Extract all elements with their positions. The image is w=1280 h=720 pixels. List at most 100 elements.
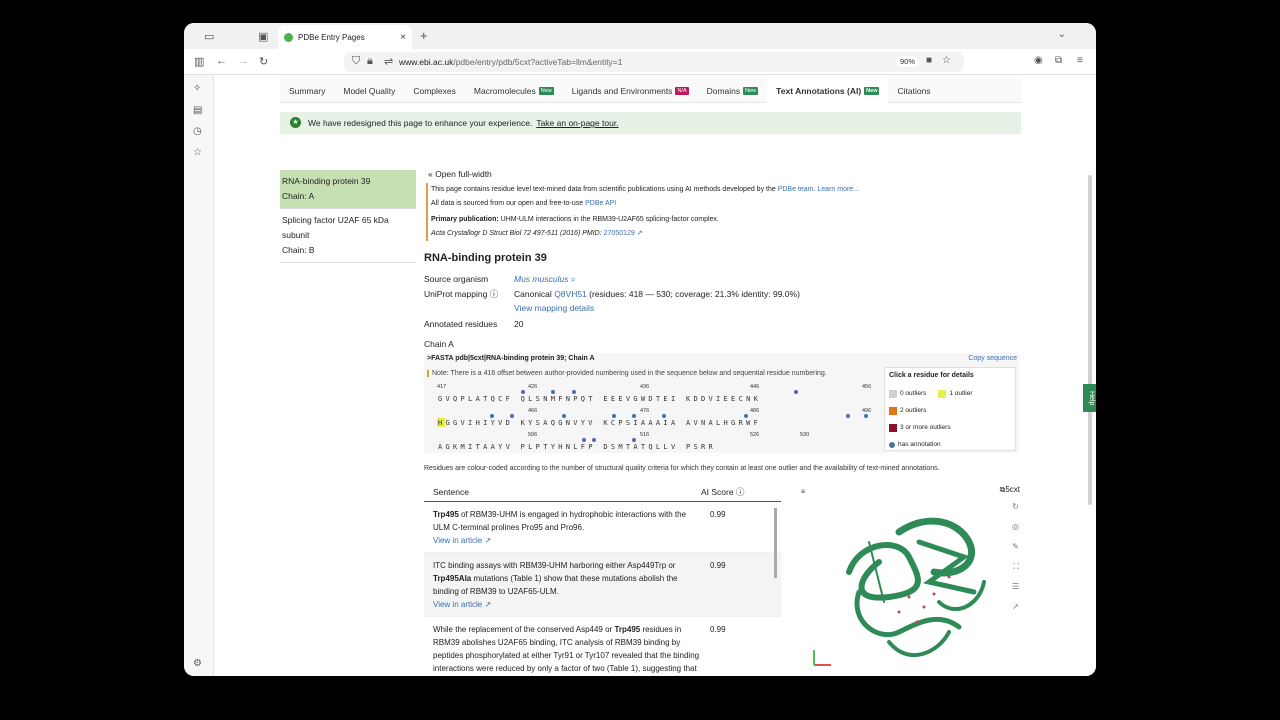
open-full-width-label: Open full-width: [435, 169, 492, 179]
settings-gear-icon[interactable]: ⚙: [193, 658, 202, 669]
tab-label: Citations: [897, 85, 931, 96]
legend-label: 0 outliers: [900, 390, 927, 397]
bookmarks-star-icon[interactable]: ☆: [193, 147, 202, 158]
entry-tabs: Summary Model Quality Complexes Macromol…: [280, 78, 1021, 103]
new-badge: New: [743, 86, 759, 95]
view-in-article-link[interactable]: View in article ↗: [433, 600, 491, 609]
tab-label: Domains: [706, 85, 741, 96]
annotation-dot: [744, 414, 748, 418]
residue-number: 526: [750, 432, 760, 438]
residue-highlight: Trp495: [614, 625, 641, 634]
url-field[interactable]: www.ebi.ac.uk/pdbe/entry/pdb/5cxt?active…: [344, 52, 964, 72]
chevron-down-icon[interactable]: ⌄: [1058, 29, 1066, 40]
residue-number: 476: [640, 408, 650, 414]
entity-title: RNA-binding protein 39: [424, 252, 547, 264]
ai-sparkle-icon[interactable]: ✧: [193, 83, 201, 94]
search-icon[interactable]: ⌕: [571, 274, 576, 284]
account-icon[interactable]: ◉: [1034, 55, 1043, 66]
tab-model-quality[interactable]: Model Quality: [334, 79, 404, 103]
browser-tab[interactable]: PDBe Entry Pages ×: [278, 25, 412, 49]
tab-strip: ▭ ▣ PDBe Entry Pages × + ⌄: [184, 23, 1096, 49]
tab-label: Ligands and Environments: [571, 85, 673, 96]
table-scrollbar[interactable]: [774, 508, 777, 578]
close-tab-icon[interactable]: ×: [400, 32, 406, 43]
web-page: Summary Model Quality Complexes Macromol…: [214, 75, 1096, 676]
reading-list-icon[interactable]: ▤: [193, 105, 202, 116]
sidebar-item-chain: Chain: B: [282, 245, 315, 255]
view-in-article-label: View in article: [433, 536, 483, 545]
sentence-column-header[interactable]: Sentence: [424, 487, 701, 497]
info-text: This page contains residue level text-mi…: [431, 186, 776, 193]
sidebar-item-u2af65[interactable]: Splicing factor U2AF 65 kDa subunit Chai…: [280, 209, 416, 263]
sequence-line[interactable]: HGGVIHIYVD KYSAQGNVYV KCPSIAAAIA AVNALHG…: [438, 419, 761, 427]
colour-caption: Residues are colour-coded according to t…: [424, 465, 940, 472]
view-in-article-link[interactable]: View in article ↗: [433, 536, 491, 545]
lock-icon[interactable]: 🔒︎: [367, 55, 373, 68]
sidebar-toggle-icon[interactable]: ▭: [204, 30, 214, 43]
bookmark-star-icon[interactable]: ☆: [942, 55, 951, 66]
tab-label: Model Quality: [343, 85, 396, 96]
external-link-icon[interactable]: ↗: [637, 230, 643, 237]
organism-link[interactable]: Mus musculus: [514, 274, 568, 284]
shield-icon[interactable]: ⛉: [352, 55, 360, 68]
tab-label: Text Annotations (AI): [776, 85, 862, 96]
pdbe-api-link[interactable]: PDBe API: [585, 200, 616, 207]
zoom-level[interactable]: 90%: [896, 56, 920, 67]
pdbe-team-link[interactable]: PDBe team: [778, 186, 814, 193]
site-settings-icon[interactable]: ⇌: [384, 55, 393, 68]
sequence-line[interactable]: AGKMITAAYV PLPTYHNLFP DSMTATQLLV PSRR: [438, 443, 716, 451]
sidebar-icon[interactable]: ▥: [194, 55, 204, 68]
page-scrollbar[interactable]: [1088, 175, 1092, 505]
learn-more-link[interactable]: Learn more...: [817, 186, 859, 193]
sequence-line[interactable]: GVQPLATQCF QLSNMFNPQT EEEVGWDTEI KDDVIEE…: [438, 395, 761, 403]
sidebar-item-title-cont: subunit: [282, 230, 310, 240]
extension-icon[interactable]: ■: [926, 55, 932, 66]
score-column-header[interactable]: AI Score ⓘ: [701, 486, 745, 498]
forward-icon[interactable]: →: [238, 55, 249, 67]
history-icon[interactable]: ◷: [193, 126, 202, 137]
tab-complexes[interactable]: Complexes: [404, 79, 465, 103]
ai-score: 0.99: [710, 625, 726, 634]
help-circle-icon[interactable]: ⓘ: [736, 487, 745, 497]
help-circle-icon[interactable]: ⓘ: [490, 289, 499, 299]
star-icon: ★: [290, 117, 301, 128]
view-in-article-label: View in article: [433, 600, 483, 609]
annotation-dot: [612, 414, 616, 418]
banner-text: We have redesigned this page to enhance …: [308, 118, 533, 128]
source-label: Source organism: [424, 274, 489, 284]
menu-icon[interactable]: ≡: [1077, 55, 1083, 66]
residue-highlight: Trp495Ala: [433, 574, 472, 583]
tab-summary[interactable]: Summary: [280, 79, 334, 103]
tab-text-annotations[interactable]: Text Annotations (AI) New: [767, 78, 889, 103]
extensions-puzzle-icon[interactable]: ⧉: [1055, 55, 1062, 66]
pmid-link[interactable]: 27050129: [604, 230, 635, 237]
open-full-width-button[interactable]: « Open full-width: [428, 169, 492, 179]
sidebar-item-chain: Chain: A: [282, 191, 315, 201]
uniprot-label: UniProt mapping: [424, 288, 488, 299]
tab-macromolecules[interactable]: Macromolecules New: [465, 79, 563, 103]
residue-number: 530: [800, 432, 810, 438]
back-icon[interactable]: ←: [216, 55, 227, 67]
primary-pub-label: Primary publication:: [431, 216, 499, 223]
new-tab-icon[interactable]: +: [420, 28, 428, 43]
tab-domains[interactable]: Domains New: [698, 79, 768, 103]
tab-overview-icon[interactable]: ▣: [258, 30, 268, 43]
sidebar-item-rbm39[interactable]: RNA-binding protein 39 Chain: A: [280, 170, 416, 209]
annotation-dot: [632, 438, 636, 442]
annotated-label: Annotated residues: [424, 318, 498, 329]
tab-citations[interactable]: Citations: [888, 79, 939, 103]
help-button[interactable]: Help: [1083, 384, 1096, 412]
reload-icon[interactable]: ↻: [259, 55, 268, 68]
view-mapping-link[interactable]: View mapping details: [514, 301, 594, 316]
annotation-dot: [562, 414, 566, 418]
table-header: Sentence AI Score ⓘ: [424, 482, 781, 502]
annotation-dot: [510, 414, 514, 418]
tour-link[interactable]: Take an on-page tour.: [536, 118, 618, 128]
uniprot-id-link[interactable]: Q8VH51: [554, 289, 587, 299]
structure-viewer[interactable]: 🔒︎ ⧉5cxt ↻ ◎ ✎ ⛶ ☰ ➚: [789, 482, 1024, 676]
na-badge: N/A: [675, 86, 689, 95]
tab-label: Macromolecules: [473, 85, 536, 96]
legend-title: Click a residue for details: [889, 372, 974, 379]
copy-sequence-button[interactable]: Copy sequence: [968, 355, 1017, 362]
tab-ligands[interactable]: Ligands and Environments N/A: [563, 79, 698, 103]
